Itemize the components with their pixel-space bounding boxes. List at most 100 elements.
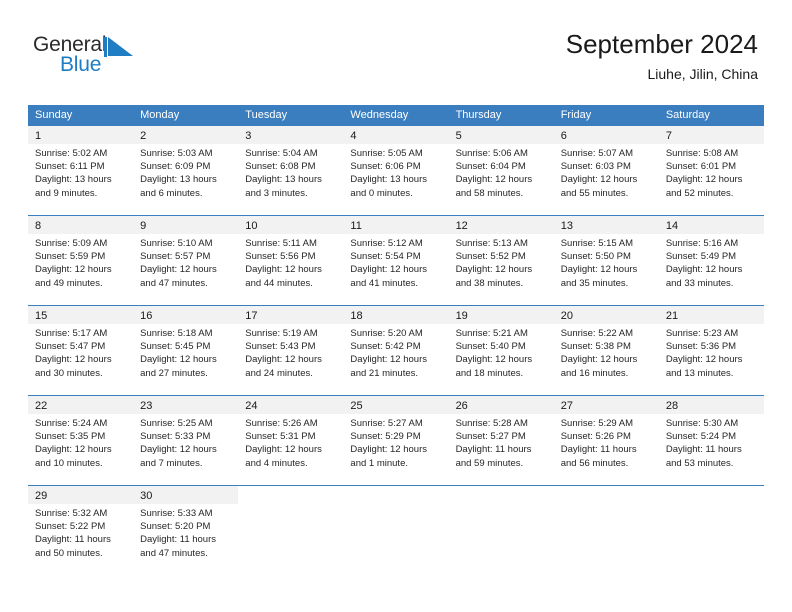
daylight-duration-line2: and 50 minutes. (35, 547, 103, 559)
day-number: 28 (665, 400, 679, 412)
day-number: 8 (35, 220, 42, 232)
calendar-day-cell[interactable]: 28 Sunrise: 5:30 AM Sunset: 5:24 PM Dayligh… (658, 396, 764, 485)
calendar-day-cell[interactable]: 30 Sunrise: 5:33 AM Sunset: 5:20 PM Dayligh… (133, 486, 239, 575)
day-details: Sunrise: 5:29 AM Sunset: 5:26 PM Daylight:… (554, 414, 659, 470)
daylight-duration-line2: and 3 minutes. (245, 187, 308, 199)
daylight-duration-line2: and 35 minutes. (560, 277, 629, 289)
day-details: Sunrise: 5:03 AM Sunset: 6:09 PM Daylight:… (133, 144, 238, 200)
calendar-day-cell[interactable]: 8 Sunrise: 5:09 AM Sunset: 5:59 PM Daylight… (28, 216, 134, 305)
calendar-day-cell[interactable]: 17 Sunrise: 5:19 AM Sunset: 5:43 PM Dayligh… (238, 306, 344, 395)
day-number: 3 (245, 130, 252, 142)
calendar-day-cell[interactable]: 2 Sunrise: 5:03 AM Sunset: 6:09 PM Daylight… (133, 126, 239, 215)
sunrise-time: Sunrise: 5:10 AM (140, 238, 213, 249)
sunset-time: Sunset: 5:56 PM (245, 251, 316, 263)
daylight-duration-line2: and 52 minutes. (665, 187, 734, 199)
calendar-day-cell[interactable]: 15 Sunrise: 5:17 AM Sunset: 5:47 PM Dayligh… (28, 306, 134, 395)
day-details: Sunrise: 5:27 AM Sunset: 5:29 PM Daylight:… (343, 414, 448, 470)
calendar-day-cell[interactable]: 9 Sunrise: 5:10 AM Sunset: 5:57 PM Daylight… (133, 216, 239, 305)
daylight-duration-line2: and 21 minutes. (350, 367, 419, 379)
calendar-day-cell[interactable]: 4 Sunrise: 5:05 AM Sunset: 6:06 PM Daylight… (343, 126, 449, 215)
day-number-band (238, 486, 344, 504)
day-number: 4 (350, 130, 357, 142)
calendar-week-row: 22 Sunrise: 5:24 AM Sunset: 5:35 PM Dayligh… (28, 395, 764, 485)
day-number: 9 (140, 220, 147, 232)
sunset-time: Sunset: 6:08 PM (245, 161, 316, 173)
sunset-time: Sunset: 5:31 PM (245, 431, 316, 443)
day-number-band (658, 486, 764, 504)
calendar-day-cell[interactable]: 21 Sunrise: 5:23 AM Sunset: 5:36 PM Dayligh… (658, 306, 764, 395)
sunset-time: Sunset: 5:24 PM (665, 431, 737, 443)
calendar-day-cell[interactable]: 25 Sunrise: 5:27 AM Sunset: 5:29 PM Dayligh… (343, 396, 449, 485)
calendar-day-cell[interactable]: 10 Sunrise: 5:11 AM Sunset: 5:56 PM Dayligh… (238, 216, 344, 305)
daylight-duration-line2: and 18 minutes. (455, 367, 524, 379)
calendar-day-cell[interactable]: 20 Sunrise: 5:22 AM Sunset: 5:38 PM Dayligh… (553, 306, 659, 395)
sunrise-time: Sunrise: 5:07 AM (560, 148, 634, 159)
day-number: 24 (245, 400, 258, 412)
day-number: 14 (665, 220, 679, 232)
sunset-time: Sunset: 6:03 PM (560, 161, 631, 173)
daylight-duration-line2: and 59 minutes. (455, 457, 524, 469)
daylight-duration-line1: Daylight: 11 hours (560, 444, 637, 456)
calendar-day-cell[interactable]: 11 Sunrise: 5:12 AM Sunset: 5:54 PM Dayligh… (343, 216, 449, 305)
daylight-duration-line1: Daylight: 12 hours (140, 444, 217, 456)
day-number: 13 (560, 220, 573, 232)
day-details: Sunrise: 5:18 AM Sunset: 5:45 PM Daylight:… (133, 324, 238, 380)
sunrise-time: Sunrise: 5:08 AM (665, 148, 739, 159)
calendar-day-cell[interactable]: 24 Sunrise: 5:26 AM Sunset: 5:31 PM Dayligh… (238, 396, 344, 485)
calendar-day-cell[interactable]: 27 Sunrise: 5:29 AM Sunset: 5:26 PM Dayligh… (553, 396, 659, 485)
daylight-duration-line2: and 38 minutes. (455, 277, 524, 289)
calendar-day-cell[interactable]: 18 Sunrise: 5:20 AM Sunset: 5:42 PM Dayligh… (343, 306, 449, 395)
daylight-duration-line2: and 10 minutes. (35, 457, 103, 469)
day-details: Sunrise: 5:12 AM Sunset: 5:54 PM Daylight:… (343, 234, 448, 290)
day-number: 21 (665, 310, 679, 322)
daylight-duration-line1: Daylight: 12 hours (350, 444, 427, 456)
day-number-band: 25 (343, 396, 449, 414)
calendar-day-cell[interactable]: 6 Sunrise: 5:07 AM Sunset: 6:03 PM Daylight… (553, 126, 659, 215)
day-details: Sunrise: 5:05 AM Sunset: 6:06 PM Daylight:… (343, 144, 448, 200)
day-number-band: 3 (238, 126, 344, 144)
weekday-header-wednesday: Wednesday (350, 109, 409, 121)
day-details: Sunrise: 5:26 AM Sunset: 5:31 PM Daylight:… (238, 414, 343, 470)
sunrise-time: Sunrise: 5:27 AM (350, 418, 423, 429)
calendar-day-cell[interactable]: 3 Sunrise: 5:04 AM Sunset: 6:08 PM Daylight… (238, 126, 344, 215)
sunrise-time: Sunrise: 5:26 AM (245, 418, 318, 429)
calendar-day-cell[interactable]: 5 Sunrise: 5:06 AM Sunset: 6:04 PM Daylight… (448, 126, 554, 215)
sunrise-time: Sunrise: 5:05 AM (350, 148, 423, 159)
daylight-duration-line1: Daylight: 12 hours (245, 264, 322, 276)
day-details: Sunrise: 5:23 AM Sunset: 5:36 PM Daylight:… (659, 324, 764, 380)
weekday-header-thursday: Thursday (455, 109, 502, 121)
day-number: 16 (140, 310, 153, 322)
daylight-duration-line1: Daylight: 12 hours (140, 354, 217, 366)
calendar-day-cell[interactable]: 13 Sunrise: 5:15 AM Sunset: 5:50 PM Dayligh… (553, 216, 659, 305)
brand-logo[interactable]: General Blue (33, 33, 153, 81)
calendar-day-cell[interactable]: 16 Sunrise: 5:18 AM Sunset: 5:45 PM Dayligh… (133, 306, 239, 395)
calendar-day-cell[interactable]: 29 Sunrise: 5:32 AM Sunset: 5:22 PM Dayligh… (28, 486, 134, 575)
day-number: 1 (35, 130, 42, 142)
calendar-week-row: 15 Sunrise: 5:17 AM Sunset: 5:47 PM Dayligh… (28, 305, 764, 395)
brand-name-blue: Blue (60, 53, 102, 76)
daylight-duration-line1: Daylight: 12 hours (35, 444, 112, 456)
calendar-day-cell[interactable]: 26 Sunrise: 5:28 AM Sunset: 5:27 PM Dayligh… (448, 396, 554, 485)
day-number-band: 14 (658, 216, 764, 234)
sunrise-time: Sunrise: 5:30 AM (665, 418, 739, 429)
daylight-duration-line1: Daylight: 12 hours (455, 174, 533, 186)
day-number: 19 (455, 310, 468, 322)
day-number: 30 (140, 490, 153, 502)
calendar-day-cell[interactable]: 7 Sunrise: 5:08 AM Sunset: 6:01 PM Daylight… (658, 126, 764, 215)
calendar-day-cell[interactable]: 12 Sunrise: 5:13 AM Sunset: 5:52 PM Dayligh… (448, 216, 554, 305)
day-details: Sunrise: 5:19 AM Sunset: 5:43 PM Daylight:… (238, 324, 343, 380)
calendar-day-cell[interactable]: 22 Sunrise: 5:24 AM Sunset: 5:35 PM Dayligh… (28, 396, 134, 485)
location-subtitle: Liuhe, Jilin, China (647, 66, 758, 82)
calendar-day-cell[interactable]: 19 Sunrise: 5:21 AM Sunset: 5:40 PM Dayligh… (448, 306, 554, 395)
daylight-duration-line1: Daylight: 12 hours (35, 354, 112, 366)
daylight-duration-line1: Daylight: 12 hours (245, 444, 322, 456)
daylight-duration-line1: Daylight: 12 hours (140, 264, 217, 276)
daylight-duration-line1: Daylight: 11 hours (140, 534, 217, 546)
day-details: Sunrise: 5:28 AM Sunset: 5:27 PM Daylight:… (449, 414, 554, 470)
calendar-week-row: 8 Sunrise: 5:09 AM Sunset: 5:59 PM Daylight… (28, 215, 764, 305)
calendar-day-cell[interactable]: 14 Sunrise: 5:16 AM Sunset: 5:49 PM Dayligh… (658, 216, 764, 305)
calendar-day-cell[interactable]: 23 Sunrise: 5:25 AM Sunset: 5:33 PM Dayligh… (133, 396, 239, 485)
calendar-day-cell[interactable]: 1 Sunrise: 5:02 AM Sunset: 6:11 PM Daylight… (28, 126, 134, 215)
day-number-band: 15 (28, 306, 134, 324)
daylight-duration-line2: and 47 minutes. (140, 547, 208, 559)
